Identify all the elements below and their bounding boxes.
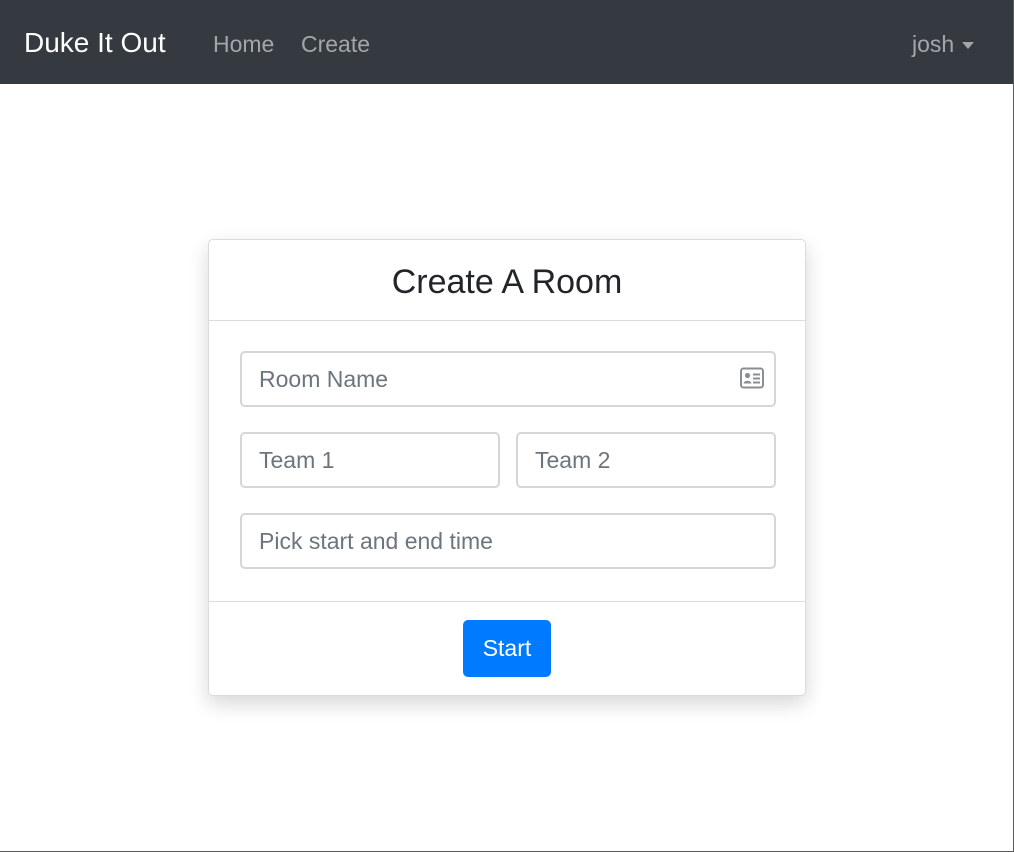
app-frame: Duke It Out Home Create josh Create A Ro… [0, 0, 1014, 852]
caret-down-icon [962, 41, 975, 49]
nav-home-link[interactable]: Home [213, 30, 274, 58]
start-button[interactable]: Start [463, 620, 551, 677]
nav-create-link[interactable]: Create [301, 30, 370, 58]
team2-input[interactable] [518, 434, 774, 486]
id-card-icon [740, 367, 764, 389]
room-name-input[interactable] [242, 353, 774, 405]
user-name: josh [912, 31, 955, 57]
card-footer: Start [209, 601, 805, 696]
brand-link[interactable]: Duke It Out [24, 26, 166, 60]
time-range-field [240, 513, 776, 569]
create-room-card: Create A Room Start [208, 239, 806, 696]
team2-field [516, 432, 776, 488]
team1-input[interactable] [242, 434, 498, 486]
page-title: Create A Room [391, 262, 623, 301]
time-range-input[interactable] [242, 515, 774, 567]
top-navbar: Duke It Out Home Create josh [0, 0, 1013, 84]
room-name-field [240, 351, 776, 407]
card-header: Create A Room [209, 240, 805, 321]
user-menu-dropdown[interactable]: josh [912, 30, 975, 58]
team1-field [240, 432, 500, 488]
